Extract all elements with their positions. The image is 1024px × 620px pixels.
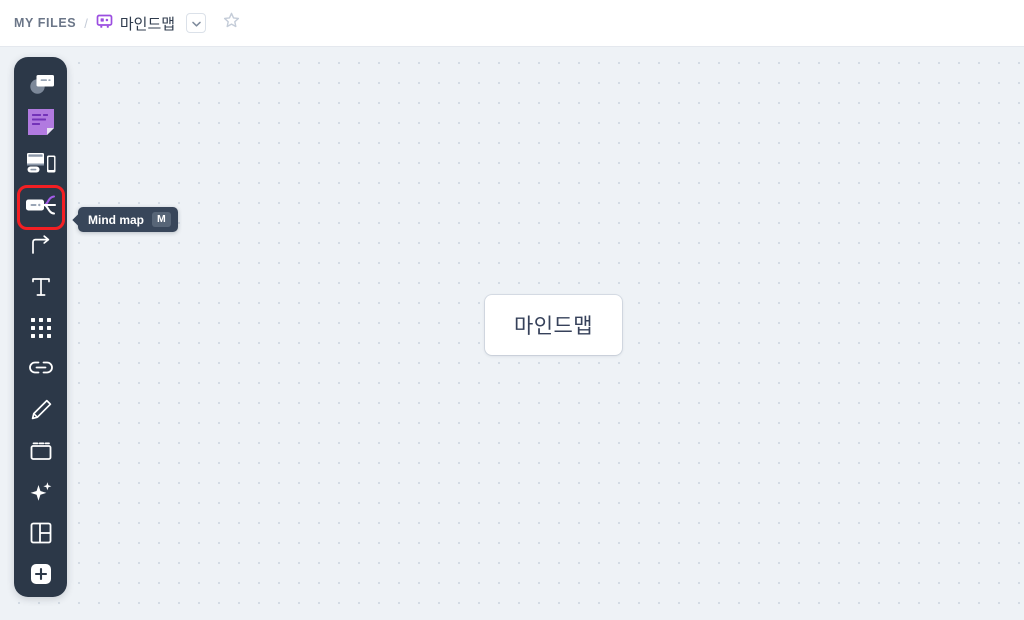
favorite-button[interactable] bbox=[220, 12, 242, 34]
template-tool[interactable] bbox=[19, 515, 63, 556]
wireframe-icon bbox=[25, 150, 57, 183]
link-icon bbox=[28, 358, 54, 385]
frame-icon bbox=[29, 440, 53, 467]
breadcrumb-root-link[interactable]: MY FILES bbox=[14, 16, 76, 30]
text-tool[interactable] bbox=[19, 269, 63, 310]
connector-tool[interactable] bbox=[19, 228, 63, 269]
chevron-down-icon bbox=[191, 14, 201, 32]
shapes-icon bbox=[26, 70, 56, 103]
pen-tool[interactable] bbox=[19, 392, 63, 433]
sticky-note-tool[interactable] bbox=[19, 104, 63, 145]
breadcrumb-separator: / bbox=[84, 15, 88, 31]
shapes-tool[interactable] bbox=[19, 69, 63, 104]
plus-square-icon bbox=[29, 562, 53, 591]
ai-tool[interactable] bbox=[19, 474, 63, 515]
mindmap-root-node-label: 마인드맵 bbox=[514, 315, 593, 338]
more-tool[interactable] bbox=[19, 556, 63, 597]
wireframe-tool[interactable] bbox=[19, 146, 63, 187]
sparkle-icon bbox=[29, 480, 53, 509]
mindmap-file-icon bbox=[96, 13, 113, 34]
breadcrumb-file-name[interactable]: 마인드맵 bbox=[120, 13, 175, 34]
mindmap-canvas[interactable]: 마인드맵 bbox=[0, 47, 1024, 620]
table-tool[interactable] bbox=[19, 310, 63, 351]
star-icon bbox=[223, 12, 240, 34]
tooltip-shortcut-badge: M bbox=[152, 212, 171, 227]
app-header: MY FILES / 마인드맵 bbox=[0, 0, 1024, 47]
grid-dots-icon bbox=[30, 317, 52, 344]
arrow-connector-icon bbox=[29, 234, 53, 263]
sticky-note-icon bbox=[26, 107, 56, 142]
mindmap-tool[interactable] bbox=[16, 184, 65, 230]
file-menu-dropdown-button[interactable] bbox=[186, 13, 207, 33]
frame-tool[interactable] bbox=[19, 433, 63, 474]
left-toolbar bbox=[14, 57, 67, 597]
mindmap-root-node[interactable]: 마인드맵 bbox=[485, 295, 622, 355]
link-tool[interactable] bbox=[19, 351, 63, 392]
pencil-icon bbox=[29, 398, 53, 427]
breadcrumb-file: 마인드맵 bbox=[96, 13, 175, 34]
text-icon bbox=[29, 275, 53, 304]
template-layout-icon bbox=[29, 521, 53, 550]
breadcrumb: MY FILES / 마인드맵 bbox=[14, 12, 242, 34]
mindmap-icon bbox=[24, 192, 58, 223]
tooltip-label: Mind map bbox=[88, 212, 144, 227]
mindmap-tool-tooltip: Mind map M bbox=[78, 207, 178, 232]
